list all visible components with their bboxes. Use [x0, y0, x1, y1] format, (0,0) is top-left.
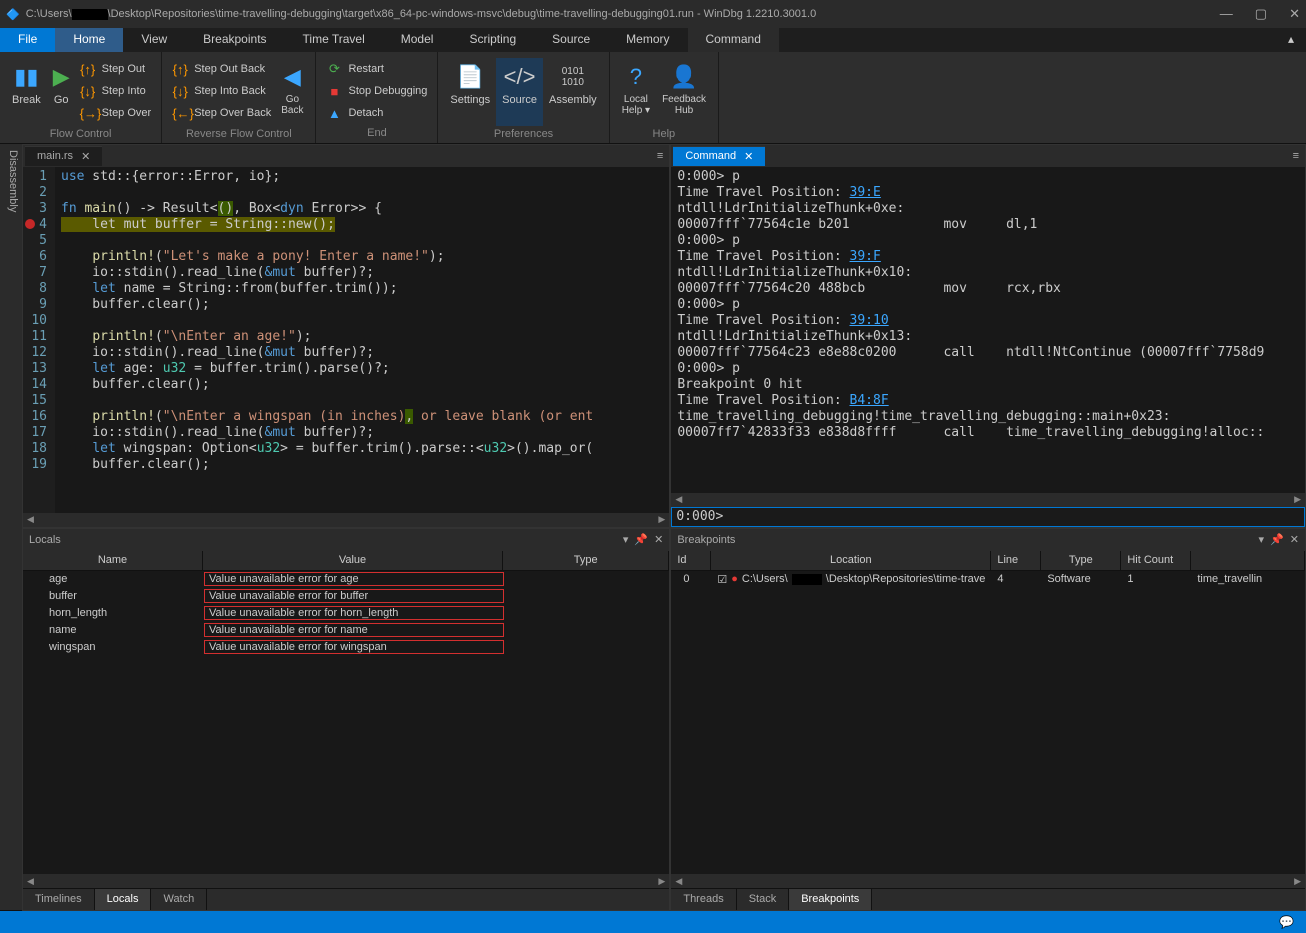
table-row[interactable]: wingspanValue unavailable error for wing… [23, 639, 669, 656]
editor-file-tab[interactable]: main.rs✕ [25, 146, 102, 166]
menu-command[interactable]: Command [688, 28, 779, 52]
step-into-back-button[interactable]: {↓}Step Into Back [168, 80, 275, 102]
locals-title: Locals [29, 534, 61, 546]
pane-menu-icon[interactable]: ≡ [657, 150, 663, 162]
menu-view[interactable]: View [123, 28, 185, 52]
ribbon-group-end-label: End [322, 125, 431, 141]
table-row[interactable]: horn_lengthValue unavailable error for h… [23, 605, 669, 622]
step-over-button[interactable]: {→}Step Over [76, 102, 156, 124]
table-row[interactable]: bufferValue unavailable error for buffer [23, 588, 669, 605]
ribbon-group-flow-label: Flow Control [6, 126, 155, 142]
bottom-tab-watch[interactable]: Watch [151, 889, 207, 910]
left-side-tabs: Disassembly Registers Memory 0 [0, 144, 22, 911]
detach-button[interactable]: ▲Detach [322, 102, 431, 124]
breakpoint-dot-icon: ● [731, 573, 738, 585]
step-over-back-button[interactable]: {←}Step Over Back [168, 102, 275, 124]
ribbon-group-help-label: Help [616, 126, 712, 142]
command-input-row[interactable]: 0:000> [671, 507, 1305, 527]
breakpoints-hscroll[interactable]: ◀▶ [671, 874, 1305, 888]
redacted-user [72, 9, 108, 20]
feedback-icon[interactable]: 💬 [1279, 915, 1294, 929]
code-editor[interactable]: 12345678910111213141516171819 use std::{… [23, 167, 669, 513]
table-row[interactable]: nameValue unavailable error for name [23, 622, 669, 639]
bottom-tab-stack[interactable]: Stack [737, 889, 790, 910]
command-pane-tab[interactable]: Command✕ [673, 146, 765, 166]
breakpoints-title: Breakpoints [677, 534, 735, 546]
breakpoints-body[interactable]: 0☑●C:\Users\\Desktop\Repositories\time-t… [671, 571, 1305, 875]
locals-body[interactable]: ageValue unavailable error for agebuffer… [23, 571, 669, 875]
pin-icon[interactable]: 📌 [1270, 533, 1284, 546]
checkbox-icon[interactable]: ☑ [717, 573, 727, 586]
minimize-button[interactable]: — [1220, 6, 1233, 22]
menu-bar: File Home View Breakpoints Time Travel M… [0, 28, 1306, 52]
dropdown-icon[interactable]: ▾ [1259, 533, 1265, 546]
bottom-tab-breakpoints[interactable]: Breakpoints [789, 889, 872, 910]
menu-file[interactable]: File [0, 28, 55, 52]
ribbon-group-pref-label: Preferences [444, 126, 602, 142]
local-help-button[interactable]: ?LocalHelp ▾ [616, 58, 656, 126]
maximize-button[interactable]: ▢ [1255, 6, 1267, 22]
bottom-tab-locals[interactable]: Locals [95, 889, 152, 910]
breakpoint-icon[interactable] [25, 219, 35, 229]
registers-tab[interactable]: Registers [0, 144, 4, 911]
close-button[interactable]: ✕ [1289, 6, 1300, 22]
locals-hscroll[interactable]: ◀▶ [23, 874, 669, 888]
menu-model[interactable]: Model [383, 28, 452, 52]
settings-button[interactable]: 📄Settings [444, 58, 496, 126]
status-bar: 💬 [0, 911, 1306, 933]
command-output[interactable]: 0:000> pTime Travel Position: 39:Entdll!… [671, 167, 1305, 493]
pin-icon[interactable]: 📌 [634, 533, 648, 546]
table-row[interactable]: ageValue unavailable error for age [23, 571, 669, 588]
assembly-button[interactable]: 01011010Assembly [543, 58, 603, 126]
disassembly-tab[interactable]: Disassembly [4, 144, 22, 911]
stop-debugging-button[interactable]: ■Stop Debugging [322, 80, 431, 102]
command-input[interactable] [723, 509, 1300, 524]
window-title: C:\Users\\Desktop\Repositories\time-trav… [26, 8, 1220, 20]
pane-menu-icon[interactable]: ≡ [1293, 150, 1299, 162]
close-tab-icon[interactable]: ✕ [744, 150, 753, 163]
command-prompt: 0:000> [676, 509, 723, 524]
title-bar: 🔷 C:\Users\\Desktop\Repositories\time-tr… [0, 0, 1306, 28]
bottom-tabs-right: ThreadsStackBreakpoints [671, 888, 1305, 910]
close-pane-icon[interactable]: ✕ [654, 533, 663, 546]
menu-scripting[interactable]: Scripting [451, 28, 534, 52]
ribbon: ▮▮Break ▶Go {↑}Step Out {↓}Step Into {→}… [0, 52, 1306, 144]
ribbon-group-rflow-label: Reverse Flow Control [168, 126, 309, 142]
locals-header[interactable]: Name Value Type [23, 551, 669, 571]
table-row[interactable]: 0☑●C:\Users\\Desktop\Repositories\time-t… [671, 571, 1305, 588]
restart-button[interactable]: ⟳Restart [322, 58, 431, 80]
dropdown-icon[interactable]: ▾ [623, 533, 629, 546]
menu-memory[interactable]: Memory [608, 28, 687, 52]
menu-source[interactable]: Source [534, 28, 608, 52]
break-button[interactable]: ▮▮Break [6, 58, 47, 126]
menu-home[interactable]: Home [55, 28, 123, 52]
bottom-tabs-left: TimelinesLocalsWatch [23, 888, 669, 910]
bottom-tab-threads[interactable]: Threads [671, 889, 736, 910]
close-pane-icon[interactable]: ✕ [1290, 533, 1299, 546]
menu-breakpoints[interactable]: Breakpoints [185, 28, 284, 52]
step-out-back-button[interactable]: {↑}Step Out Back [168, 58, 275, 80]
editor-hscroll[interactable]: ◀▶ [23, 513, 669, 527]
ribbon-collapse-icon[interactable]: ▴ [1276, 28, 1306, 52]
app-icon: 🔷 [6, 8, 20, 21]
close-tab-icon[interactable]: ✕ [81, 150, 90, 163]
breakpoints-header[interactable]: Id Location Line Type Hit Count [671, 551, 1305, 571]
workspace: Disassembly Registers Memory 0 main.rs✕ … [0, 144, 1306, 911]
menu-time-travel[interactable]: Time Travel [285, 28, 383, 52]
bottom-tab-timelines[interactable]: Timelines [23, 889, 95, 910]
go-back-button[interactable]: ◀GoBack [275, 58, 309, 126]
step-out-button[interactable]: {↑}Step Out [76, 58, 156, 80]
feedback-hub-button[interactable]: 👤FeedbackHub [656, 58, 712, 126]
source-button[interactable]: </>Source [496, 58, 543, 126]
command-hscroll[interactable]: ◀▶ [671, 493, 1305, 507]
go-button[interactable]: ▶Go [47, 58, 76, 126]
step-into-button[interactable]: {↓}Step Into [76, 80, 156, 102]
